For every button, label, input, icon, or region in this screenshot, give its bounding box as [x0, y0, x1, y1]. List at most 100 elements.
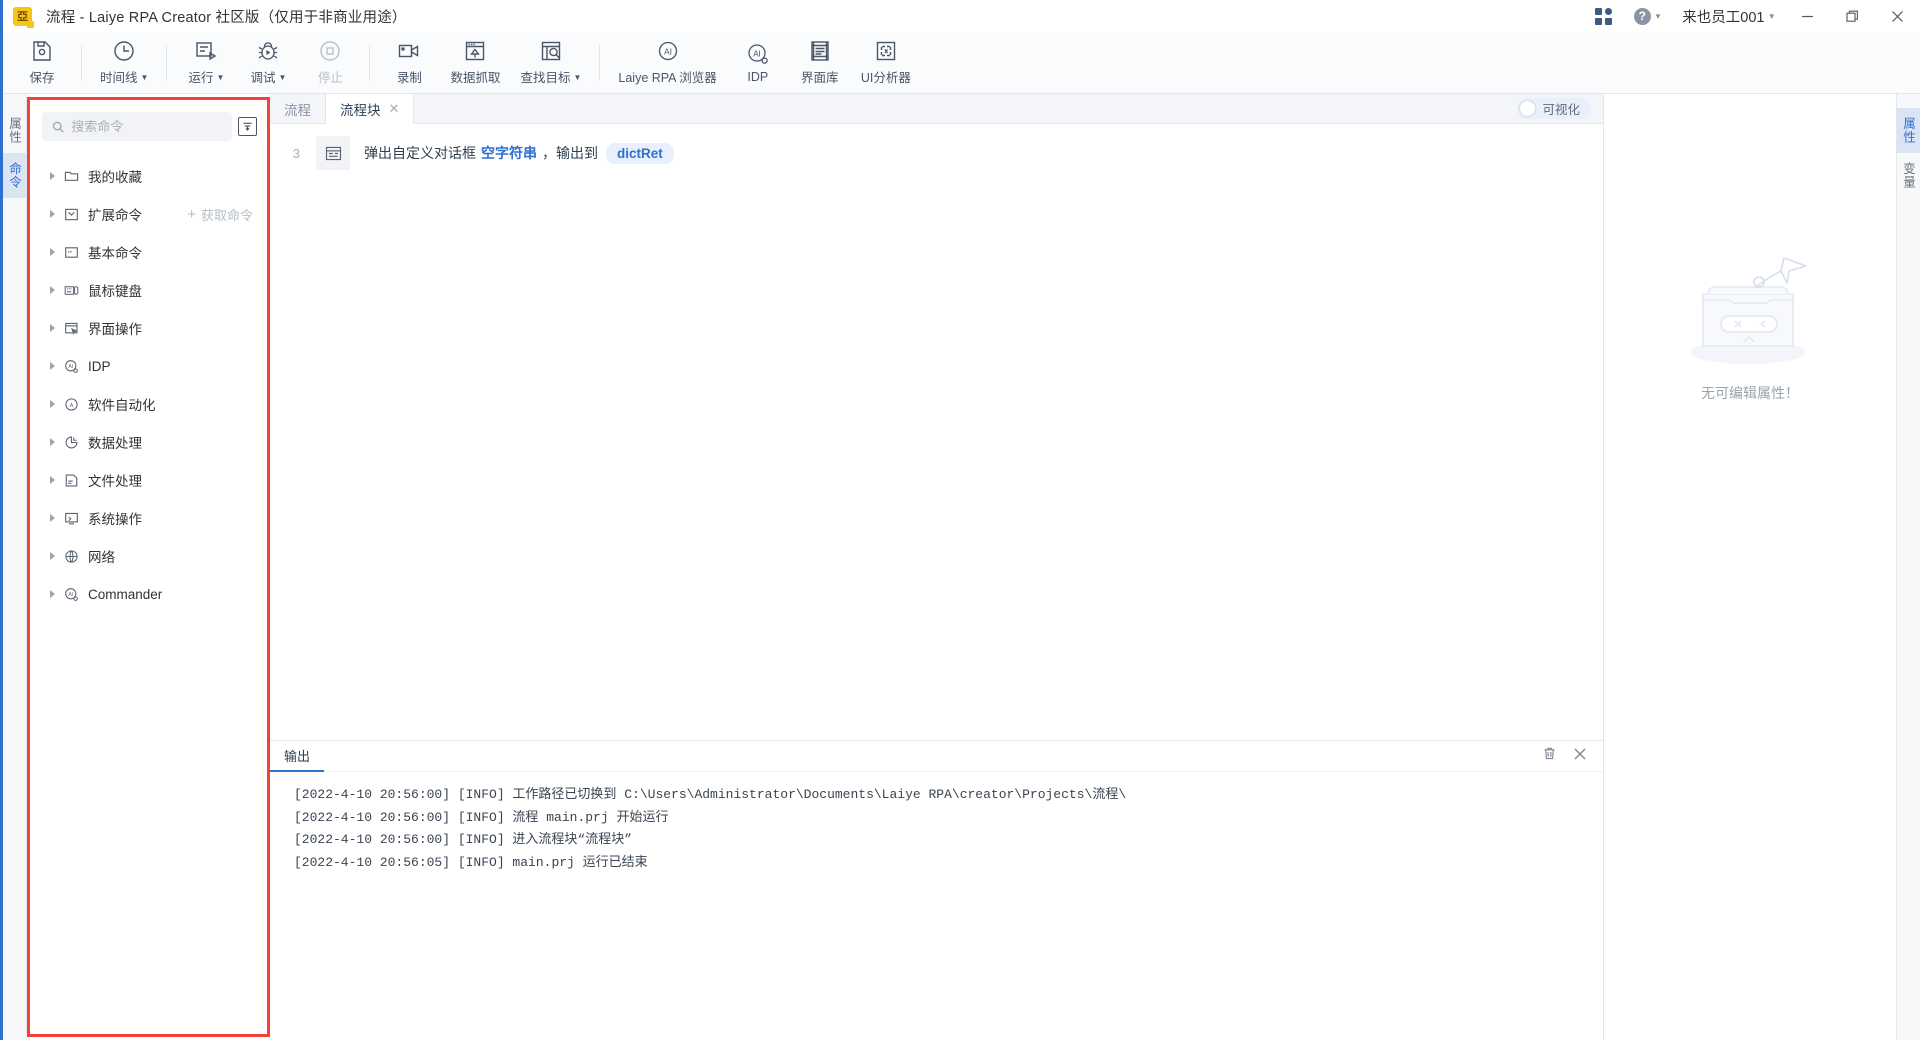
- tree-item-mouse-keyboard[interactable]: 鼠标键盘: [30, 271, 267, 309]
- right-rail-tab-variables[interactable]: 变量: [1897, 153, 1920, 198]
- output-actions: [1542, 746, 1603, 766]
- tree-item-extension-commands[interactable]: 扩展命令 + 获取命令: [30, 195, 267, 233]
- toolbar-data-capture-label: 数据抓取: [450, 71, 501, 85]
- folder-icon: [63, 168, 80, 185]
- trash-icon[interactable]: [1542, 746, 1557, 766]
- log-line: [2022-4-10 20:56:05] [INFO] main.prj 运行已…: [294, 854, 648, 870]
- chevron-down-icon: ▼: [140, 73, 149, 82]
- get-commands-label: 获取命令: [200, 207, 253, 223]
- toolbar-idp-button[interactable]: AI IDP: [727, 34, 789, 92]
- tree-item-my-favorites[interactable]: 我的收藏: [30, 157, 267, 195]
- toolbar-run-label: 运行: [188, 71, 214, 85]
- tab-flow-block[interactable]: 流程块 ✕: [326, 94, 415, 124]
- tree-item-label: 我的收藏: [88, 170, 142, 185]
- toolbar-laiye-browser-button[interactable]: AI Laiye RPA 浏览器: [608, 34, 726, 92]
- tree-item-software-automation[interactable]: A 软件自动化: [30, 385, 267, 423]
- tree-item-data-processing[interactable]: 数据处理: [30, 423, 267, 461]
- tab-label: 流程块: [340, 102, 381, 118]
- output-log[interactable]: [2022-4-10 20:56:00] [INFO] 工作路径已切换到 C:\…: [270, 772, 1603, 1040]
- toolbar-record-button[interactable]: 录制: [378, 34, 440, 92]
- visualize-toggle[interactable]: 可视化: [1517, 98, 1591, 119]
- right-rail: 属性 变量: [1896, 94, 1920, 1040]
- system-operation-icon: [63, 510, 80, 527]
- tree-item-file-processing[interactable]: 文件处理: [30, 461, 267, 499]
- visualize-label: 可视化: [1542, 103, 1580, 117]
- file-process-icon: [63, 472, 80, 489]
- flow-canvas[interactable]: 3 弹出自定义对话框 空字符串 ，输出到 dictRet: [270, 124, 1603, 740]
- toolbar-divider: [166, 44, 168, 81]
- chevron-down-icon: ▼: [278, 73, 287, 82]
- search-box[interactable]: [42, 112, 232, 141]
- tree-item-network[interactable]: 网络: [30, 537, 267, 575]
- toolbar-divider: [599, 44, 601, 81]
- main-toolbar: 保存 时间线 ▼ 运行 ▼ 调试 ▼ 停止 录制 数据抓取 查找目标 ▼ AI …: [3, 32, 1920, 94]
- user-name-label: 来也员工001: [1682, 9, 1765, 26]
- toolbar-idp-label: IDP: [747, 69, 769, 84]
- close-icon[interactable]: ✕: [389, 101, 400, 117]
- toolbar-data-capture-button[interactable]: 数据抓取: [440, 34, 510, 92]
- node-text-prefix: 弹出自定义对话框: [364, 145, 476, 161]
- minimize-button[interactable]: [1785, 0, 1830, 32]
- output-panel: 输出 [2022-4-10 20:56:00] [INFO] 工作路径已切换到 …: [270, 740, 1603, 1040]
- toolbar-save-button[interactable]: 保存: [11, 34, 73, 92]
- svg-text:AI: AI: [68, 591, 73, 597]
- toolbar-divider: [81, 44, 82, 81]
- ai-commander-icon: AI: [63, 586, 80, 603]
- tree-item-commander[interactable]: AI Commander: [30, 575, 267, 613]
- tab-flow[interactable]: 流程: [270, 94, 326, 123]
- close-icon[interactable]: [1573, 747, 1587, 766]
- get-commands-button[interactable]: + 获取命令: [187, 205, 253, 224]
- chevron-right-icon: [50, 172, 55, 180]
- dialog-icon: [316, 136, 350, 170]
- node-text-middle: ，输出到: [542, 145, 598, 161]
- titlebar-right-controls: ? ▾ 来也员工001 ▾: [1584, 0, 1920, 32]
- plus-icon: +: [187, 205, 196, 223]
- flow-node-row[interactable]: 3 弹出自定义对话框 空字符串 ，输出到 dictRet: [270, 136, 1603, 170]
- toolbar-stop-button[interactable]: 停止: [299, 34, 361, 92]
- toolbar-ui-library-label: 界面库: [801, 71, 839, 85]
- node-output-variable[interactable]: dictRet: [606, 142, 674, 164]
- toolbar-debug-button[interactable]: 调试 ▼: [237, 34, 299, 92]
- toolbar-find-target-label: 查找目标: [520, 71, 571, 85]
- help-menu-button[interactable]: ? ▾: [1623, 0, 1672, 32]
- tree-item-label: IDP: [88, 358, 111, 374]
- log-line: [2022-4-10 20:56:00] [INFO] 流程 main.prj …: [294, 809, 669, 825]
- laiye-logo-icon: 亞: [13, 6, 34, 28]
- tree-item-ui-operations[interactable]: 界面操作: [30, 309, 267, 347]
- ai-idp-icon: AI: [63, 358, 80, 375]
- left-rail-tab-properties[interactable]: 属性: [3, 108, 27, 153]
- toolbar-save-label: 保存: [29, 71, 55, 85]
- toolbar-ui-analyzer-button[interactable]: UI分析器: [851, 34, 921, 92]
- command-search-row: [30, 100, 267, 151]
- toolbar-ui-library-button[interactable]: 界面库: [789, 34, 851, 92]
- maximize-restore-button[interactable]: [1830, 0, 1875, 32]
- svg-text:AI: AI: [664, 47, 672, 57]
- apps-grid-icon[interactable]: [1584, 0, 1623, 32]
- chevron-down-icon: ▼: [216, 73, 225, 82]
- search-input[interactable]: [71, 119, 222, 134]
- filter-icon[interactable]: [238, 117, 257, 136]
- left-rail-tab-commands[interactable]: 命令: [2, 153, 27, 198]
- close-button[interactable]: [1875, 0, 1920, 32]
- tree-item-system-operations[interactable]: 系统操作: [30, 499, 267, 537]
- empty-box-paperplane-illustration: [1675, 244, 1825, 369]
- output-tab[interactable]: 输出: [270, 741, 325, 772]
- node-token-value[interactable]: 空字符串: [481, 143, 537, 163]
- tree-item-basic-commands[interactable]: 基本命令: [30, 233, 267, 271]
- toolbar-run-button[interactable]: 运行 ▼: [175, 34, 237, 92]
- log-line: [2022-4-10 20:56:00] [INFO] 工作路径已切换到 C:\…: [294, 787, 1127, 802]
- toggle-knob: [1520, 101, 1536, 116]
- tree-item-label: 网络: [88, 550, 115, 565]
- toolbar-timeline-button[interactable]: 时间线 ▼: [90, 34, 158, 92]
- toolbar-find-target-button[interactable]: 查找目标 ▼: [510, 34, 591, 92]
- chevron-right-icon: [50, 590, 55, 598]
- tree-item-label: 文件处理: [88, 474, 142, 489]
- chevron-right-icon: [50, 248, 55, 256]
- flow-node[interactable]: 弹出自定义对话框 空字符串 ，输出到 dictRet: [316, 136, 688, 170]
- empty-state-text: 无可编辑属性！: [1701, 385, 1799, 401]
- right-rail-tab-properties[interactable]: 属性: [1896, 108, 1920, 153]
- flow-node-text: 弹出自定义对话框 空字符串 ，输出到 dictRet: [350, 142, 688, 164]
- chevron-down-icon: ▼: [573, 73, 582, 82]
- tree-item-idp[interactable]: AI IDP: [30, 347, 267, 385]
- user-account-menu[interactable]: 来也员工001 ▾: [1671, 0, 1785, 32]
